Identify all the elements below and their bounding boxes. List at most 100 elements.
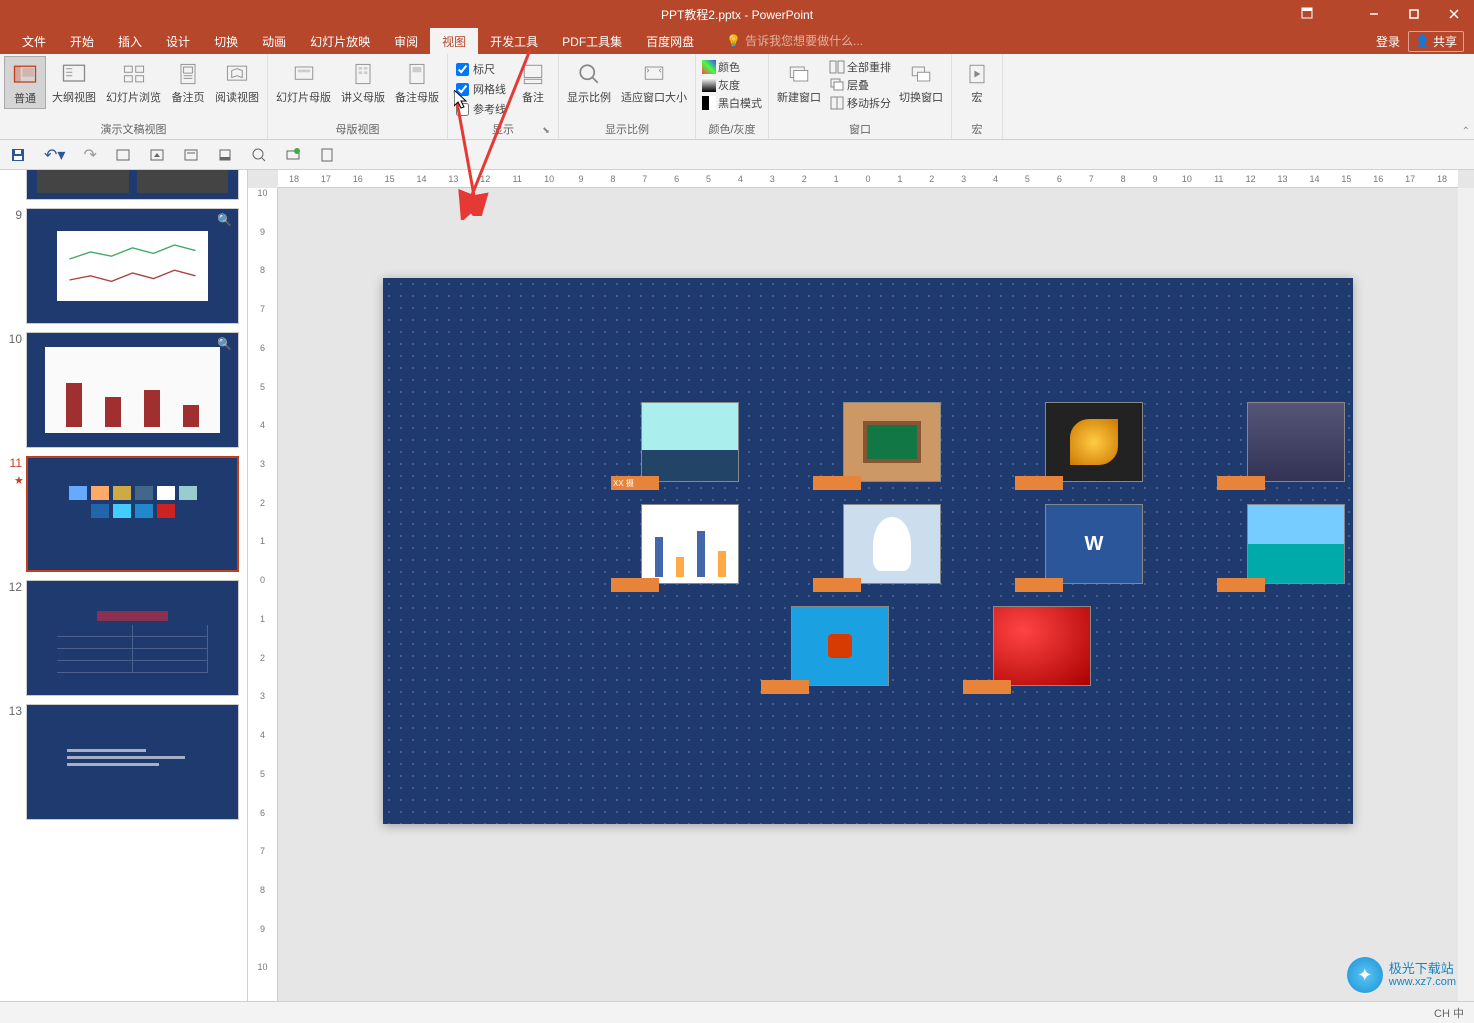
undo-button[interactable]: ↶▾ — [44, 145, 65, 165]
grayscale-button[interactable]: 灰度 — [700, 76, 764, 94]
zoom-button[interactable]: 显示比例 — [563, 56, 615, 107]
save-button[interactable] — [10, 147, 26, 163]
move-split-button[interactable]: 移动拆分 — [827, 94, 893, 112]
color-button[interactable]: 颜色 — [700, 58, 764, 76]
gridlines-checkbox[interactable]: 网格线 — [452, 80, 510, 98]
slide-image-8[interactable] — [1217, 504, 1367, 584]
slide-image-3[interactable] — [1015, 402, 1165, 482]
slide-sorter-button[interactable]: 幻灯片浏览 — [102, 56, 165, 107]
slide-thumb-partial[interactable] — [8, 170, 239, 200]
tab-slideshow[interactable]: 幻灯片放映 — [298, 28, 382, 54]
macros-icon — [961, 58, 993, 90]
tab-baidu[interactable]: 百度网盘 — [634, 28, 706, 54]
ruler-checkbox[interactable]: 标尺 — [452, 60, 510, 78]
lightbulb-icon: 💡 — [726, 34, 741, 48]
tab-file[interactable]: 文件 — [10, 28, 58, 54]
qat-icon-2[interactable] — [149, 147, 165, 163]
slide-image-4[interactable] — [1217, 402, 1367, 482]
arrange-all-button[interactable]: 全部重排 — [827, 58, 893, 76]
share-button[interactable]: 👤 共享 — [1408, 31, 1464, 52]
group-label-master-views: 母版视图 — [272, 119, 443, 139]
switch-window-button[interactable]: 切换窗口 — [895, 56, 947, 107]
tab-design[interactable]: 设计 — [154, 28, 202, 54]
qat-icon-3[interactable] — [183, 147, 199, 163]
notes-master-icon — [401, 58, 433, 90]
animation-indicator-icon: ★ — [14, 474, 24, 487]
slide-image-2[interactable] — [813, 402, 963, 482]
share-icon: 👤 — [1415, 34, 1430, 48]
tab-review[interactable]: 审阅 — [382, 28, 430, 54]
tell-me-search[interactable]: 💡 — [726, 34, 895, 48]
slide-image-7[interactable]: W — [1015, 504, 1165, 584]
tab-animations[interactable]: 动画 — [250, 28, 298, 54]
canvas-area[interactable]: XX 摄 W — [278, 188, 1458, 1001]
normal-view-button[interactable]: 普通 — [4, 56, 46, 109]
close-button[interactable] — [1434, 0, 1474, 28]
group-label-macros: 宏 — [956, 119, 998, 139]
qat-icon-4[interactable] — [217, 147, 233, 163]
login-button[interactable]: 登录 — [1376, 33, 1400, 50]
tab-insert[interactable]: 插入 — [106, 28, 154, 54]
notes-page-button[interactable]: 备注页 — [167, 56, 209, 107]
qat-icon-6[interactable] — [285, 147, 301, 163]
slide-thumb-11[interactable]: 11 ★ — [8, 456, 239, 572]
redo-button[interactable]: ↷ — [83, 145, 96, 165]
new-window-icon — [783, 58, 815, 90]
collapse-ribbon-icon[interactable]: ⌃ — [1462, 126, 1470, 137]
outline-view-button[interactable]: 大纲视图 — [48, 56, 100, 107]
handout-master-button[interactable]: 讲义母版 — [337, 56, 389, 107]
slide-image-6[interactable] — [813, 504, 963, 584]
tab-transitions[interactable]: 切换 — [202, 28, 250, 54]
ime-status[interactable]: CH 中 — [1434, 1005, 1464, 1021]
slide-thumb-10[interactable]: 10 🔍 — [8, 332, 239, 448]
tab-developer[interactable]: 开发工具 — [478, 28, 550, 54]
slide-canvas[interactable]: XX 摄 W — [383, 278, 1353, 824]
maximize-button[interactable] — [1394, 0, 1434, 28]
qat-icon-5[interactable] — [251, 147, 267, 163]
minimize-button[interactable] — [1354, 0, 1394, 28]
tell-me-input[interactable] — [745, 34, 895, 48]
slide-thumb-9[interactable]: 9 🔍 — [8, 208, 239, 324]
fit-window-icon — [638, 58, 670, 90]
tab-view[interactable]: 视图 — [430, 28, 478, 54]
outline-view-icon — [58, 58, 90, 90]
cascade-button[interactable]: 层叠 — [827, 76, 893, 94]
slide-master-button[interactable]: 幻灯片母版 — [272, 56, 335, 107]
slide-thumb-13[interactable]: 13 — [8, 704, 239, 820]
move-split-icon — [829, 95, 845, 111]
slide-thumbnail-panel[interactable]: 9 🔍 10 🔍 11 ★ — [0, 170, 248, 1001]
notes-button[interactable]: 备注 — [512, 56, 554, 107]
handout-master-icon — [347, 58, 379, 90]
group-master-views: 幻灯片母版 讲义母版 备注母版 母版视图 — [268, 54, 448, 139]
ribbon-display-options-icon[interactable] — [1300, 6, 1314, 23]
zoom-icon: 🔍 — [217, 213, 232, 227]
slide-image-1[interactable]: XX 摄 — [611, 402, 761, 482]
notes-master-button[interactable]: 备注母版 — [391, 56, 443, 107]
arrange-all-icon — [829, 59, 845, 75]
fit-window-button[interactable]: 适应窗口大小 — [617, 56, 691, 107]
macros-button[interactable]: 宏 — [956, 56, 998, 107]
tab-home[interactable]: 开始 — [58, 28, 106, 54]
vertical-ruler[interactable]: 10987654321012345678910 — [248, 188, 278, 1001]
group-macros: 宏 宏 — [952, 54, 1003, 139]
qat-icon-7[interactable] — [319, 147, 335, 163]
qat-icon-1[interactable] — [115, 147, 131, 163]
new-window-button[interactable]: 新建窗口 — [773, 56, 825, 107]
slide-image-10[interactable] — [963, 606, 1113, 686]
slide-thumb-12[interactable]: 12 — [8, 580, 239, 696]
title-bar: PPT教程2.pptx - PowerPoint — [0, 0, 1474, 28]
vertical-scrollbar[interactable] — [1458, 188, 1474, 1001]
show-dialog-launcher[interactable]: ⬊ — [540, 125, 552, 137]
group-label-show: 显示 ⬊ — [452, 119, 554, 139]
quick-access-toolbar: ↶▾ ↷ — [0, 140, 1474, 170]
tab-pdf[interactable]: PDF工具集 — [550, 28, 634, 54]
slide-image-9[interactable] — [761, 606, 911, 686]
horizontal-ruler[interactable]: 1817161514131211109876543210123456789101… — [278, 170, 1458, 188]
reading-view-button[interactable]: 阅读视图 — [211, 56, 263, 107]
slide-image-5[interactable] — [611, 504, 761, 584]
guides-checkbox[interactable]: 参考线 — [452, 100, 510, 118]
group-color: 颜色 灰度 黑白模式 颜色/灰度 — [696, 54, 769, 139]
slide-sorter-icon — [118, 58, 150, 90]
group-label-window: 窗口 — [773, 119, 947, 139]
blackwhite-button[interactable]: 黑白模式 — [700, 94, 764, 112]
